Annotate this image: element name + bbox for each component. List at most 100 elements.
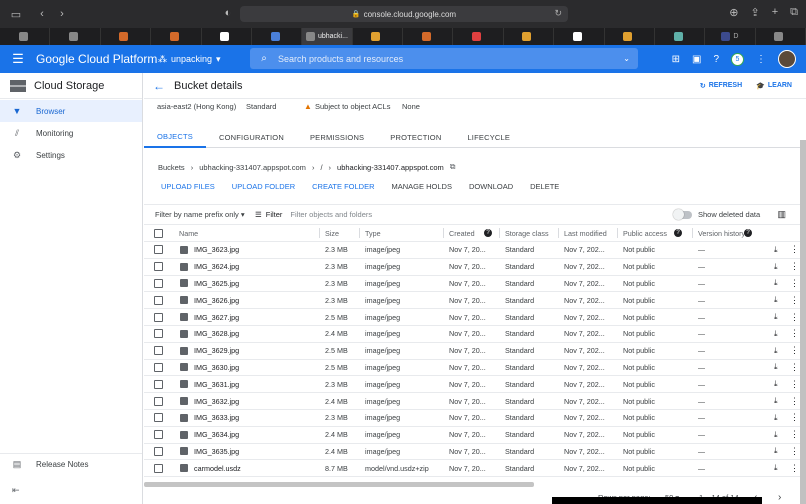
browser-tab[interactable] [554, 28, 605, 45]
object-name-link[interactable]: IMG_3626.jpg [194, 296, 239, 305]
row-checkbox[interactable] [154, 396, 163, 406]
tab-lifecycle[interactable]: LIFECYCLE [454, 126, 523, 148]
download-icon[interactable]: ⤓ [774, 396, 778, 406]
column-resize-handle[interactable] [359, 228, 360, 238]
download-icon[interactable]: ⤓ [774, 278, 778, 288]
download-icon[interactable]: ⤓ [774, 346, 778, 356]
object-name-link[interactable]: IMG_3623.jpg [194, 245, 239, 254]
row-checkbox[interactable] [154, 413, 163, 423]
breadcrumb-bucket[interactable]: ubhacking-331407.appspot.com [199, 163, 306, 172]
new-tab-icon[interactable]: + [772, 6, 778, 19]
download-icon[interactable]: ⤓ [774, 329, 778, 339]
project-selector[interactable]: ⁂ unpacking ▾ [158, 54, 248, 65]
refresh-button[interactable]: ↻ REFRESH [700, 82, 742, 90]
object-name-link[interactable]: carmodel.usdz [194, 464, 241, 473]
chevron-down-icon[interactable]: ⌄ [623, 54, 630, 63]
upload-files-button[interactable]: UPLOAD FILES [161, 182, 215, 191]
download-icon[interactable]: ⤓ [774, 262, 778, 272]
release-notes-link[interactable]: ▤ Release Notes [0, 453, 142, 475]
browser-tab[interactable] [756, 28, 806, 45]
sidebar-item-browser[interactable]: ▼ Browser [0, 100, 142, 122]
terminal-icon[interactable]: ▣ [692, 54, 701, 65]
more-vert-icon[interactable]: ⋮ [790, 244, 799, 255]
column-resize-handle[interactable] [692, 228, 693, 238]
column-header[interactable]: Created [449, 229, 475, 238]
browser-tab[interactable] [202, 28, 252, 45]
row-checkbox[interactable] [154, 329, 163, 339]
row-checkbox[interactable] [154, 446, 163, 456]
table-row[interactable]: IMG_3631.jpg 2.3 MB image/jpeg Nov 7, 20...… [144, 376, 806, 394]
upload-folder-button[interactable]: UPLOAD FOLDER [232, 182, 295, 191]
table-row[interactable]: IMG_3626.jpg 2.3 MB image/jpeg Nov 7, 20...… [144, 292, 806, 310]
table-row[interactable]: IMG_3629.jpg 2.5 MB image/jpeg Nov 7, 20...… [144, 343, 806, 360]
learn-button[interactable]: 🎓 LEARN [756, 82, 792, 90]
show-deleted-toggle[interactable] [673, 209, 692, 220]
search-input[interactable]: Search products and resources [278, 54, 403, 64]
table-row[interactable]: carmodel.usdz 8.7 MB model/vnd.usdz+zip Nov… [144, 460, 806, 478]
browser-tab[interactable] [101, 28, 152, 45]
row-checkbox[interactable] [154, 463, 163, 473]
table-row[interactable]: IMG_3623.jpg 2.3 MB image/jpeg Nov 7, 20...… [144, 242, 806, 259]
row-checkbox[interactable] [154, 312, 163, 322]
share-icon[interactable]: ⇪ [750, 6, 759, 19]
row-checkbox[interactable] [154, 278, 163, 288]
download-button[interactable]: DOWNLOAD [469, 182, 513, 191]
more-vert-icon[interactable]: ⋮ [790, 345, 799, 356]
more-vert-icon[interactable]: ⋮ [790, 396, 799, 407]
sidebar-item-monitoring[interactable]: ⫽ Monitoring [0, 122, 142, 144]
help-icon[interactable]: ? [713, 54, 719, 65]
column-header[interactable]: Public access [623, 229, 667, 238]
column-header[interactable]: Last modified [564, 229, 607, 238]
tab-overview-icon[interactable]: ⧉ [790, 6, 798, 19]
column-header[interactable]: Version history [698, 229, 745, 238]
download-icon[interactable]: ⤓ [774, 295, 778, 305]
column-header[interactable]: Name [179, 229, 198, 238]
manage-holds-button[interactable]: MANAGE HOLDS [392, 182, 452, 191]
column-display-icon[interactable]: ▥ [777, 209, 786, 220]
column-resize-handle[interactable] [499, 228, 500, 238]
table-row[interactable]: IMG_3627.jpg 2.5 MB image/jpeg Nov 7, 20...… [144, 309, 806, 326]
table-row[interactable]: IMG_3632.jpg 2.4 MB image/jpeg Nov 7, 20...… [144, 393, 806, 410]
search-bar[interactable]: ⌕ Search products and resources ⌄ [250, 48, 638, 69]
more-vert-icon[interactable]: ⋮ [790, 463, 799, 474]
sidebar-item-settings[interactable]: ⚙ Settings [0, 144, 142, 166]
browser-tab[interactable] [504, 28, 555, 45]
more-vert-icon[interactable]: ⋮ [790, 278, 799, 289]
sidebar-toggle-icon[interactable]: ▭ [6, 8, 26, 21]
row-checkbox[interactable] [154, 379, 163, 389]
browser-tab[interactable] [605, 28, 655, 45]
back-arrow-icon[interactable]: ← [144, 79, 174, 93]
column-resize-handle[interactable] [443, 228, 444, 238]
reload-icon[interactable]: ↻ [554, 8, 562, 19]
table-row[interactable]: IMG_3628.jpg 2.4 MB image/jpeg Nov 7, 20...… [144, 326, 806, 343]
more-vert-icon[interactable]: ⋮ [790, 412, 799, 423]
filter-button[interactable]: ☰ Filter [255, 210, 282, 219]
more-vert-icon[interactable]: ⋮ [790, 429, 799, 440]
tab-permissions[interactable]: PERMISSIONS [297, 126, 377, 148]
tab-protection[interactable]: PROTECTION [377, 126, 454, 148]
download-icon[interactable]: ⤓ [774, 413, 778, 423]
tab-objects[interactable]: OBJECTS [144, 126, 206, 148]
download-icon[interactable]: ⤓ [774, 362, 778, 372]
download-icon[interactable]: ⊕ [729, 6, 738, 19]
help-icon[interactable]: ? [674, 229, 682, 237]
download-icon[interactable]: ⤓ [774, 463, 778, 473]
column-resize-handle[interactable] [617, 228, 618, 238]
browser-tab[interactable] [252, 28, 303, 45]
create-folder-button[interactable]: CREATE FOLDER [312, 182, 374, 191]
object-name-link[interactable]: IMG_3630.jpg [194, 363, 239, 372]
forward-arrow-icon[interactable]: › [52, 8, 72, 20]
more-vert-icon[interactable]: ⋮ [756, 54, 766, 65]
object-name-link[interactable]: IMG_3625.jpg [194, 279, 239, 288]
object-name-link[interactable]: IMG_3633.jpg [194, 413, 239, 422]
row-checkbox[interactable] [154, 295, 163, 305]
more-vert-icon[interactable]: ⋮ [790, 312, 799, 323]
row-checkbox[interactable] [154, 362, 163, 372]
row-checkbox[interactable] [154, 245, 163, 255]
table-row[interactable]: IMG_3634.jpg 2.4 MB image/jpeg Nov 7, 20...… [144, 427, 806, 444]
object-name-link[interactable]: IMG_3632.jpg [194, 397, 239, 406]
help-icon[interactable]: ? [744, 229, 752, 237]
browser-tab[interactable] [453, 28, 504, 45]
object-name-link[interactable]: IMG_3634.jpg [194, 430, 239, 439]
more-vert-icon[interactable]: ⋮ [790, 446, 799, 457]
